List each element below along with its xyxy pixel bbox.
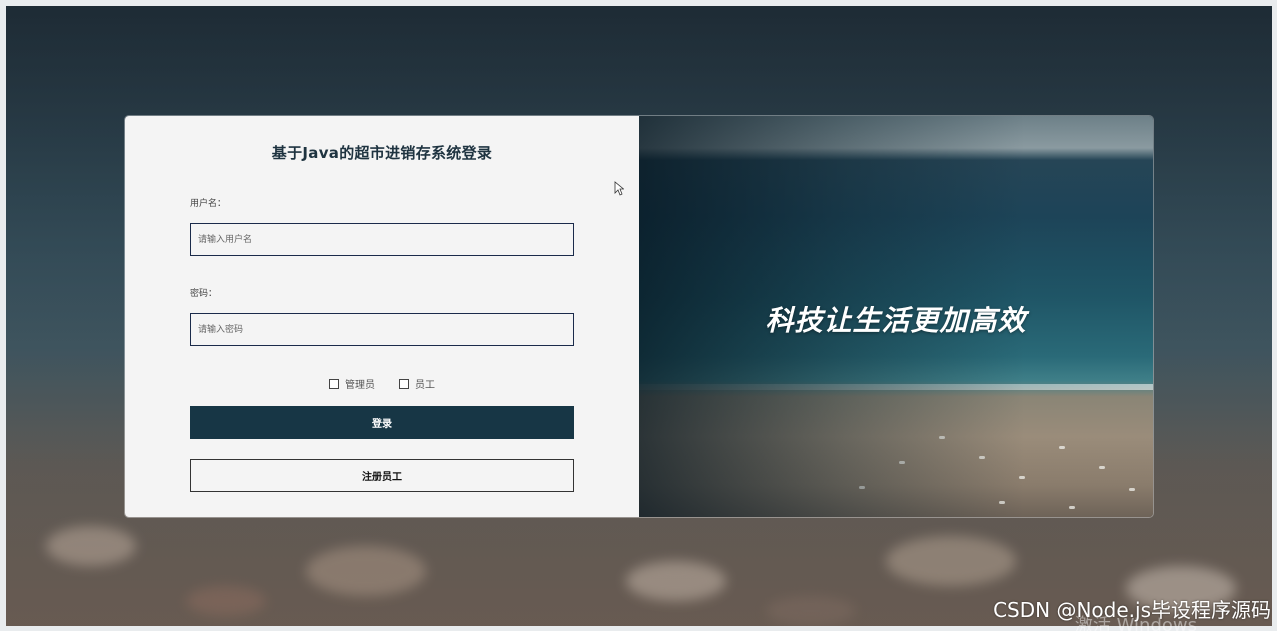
username-label: 用户名： [190,199,227,209]
login-button[interactable]: 登录 [190,406,574,439]
role-option-admin[interactable]: 管理员 [329,376,375,391]
role-selector: 管理员 员工 [125,376,639,391]
background-umbrella-shape [886,536,1016,586]
banner-slogan: 科技让生活更加高效 [765,304,1027,337]
password-label: 密码： [190,289,218,299]
username-input[interactable] [190,223,574,256]
staff-checkbox[interactable] [399,378,409,389]
role-option-staff[interactable]: 员工 [399,376,435,391]
csdn-watermark: CSDN @Node.js毕设程序源码 [993,598,1271,622]
background-umbrella-shape [186,586,266,616]
password-input[interactable] [190,313,574,346]
staff-label: 员工 [415,380,435,391]
background-umbrella-shape [766,596,856,626]
form-title: 基于Java的超市进销存系统登录 [271,144,493,162]
background-umbrella-shape [626,561,726,601]
register-staff-button[interactable]: 注册员工 [190,459,574,492]
mouse-cursor-icon [614,181,624,196]
login-form-panel: 基于Java的超市进销存系统登录 用户名： 密码： 管理员 员工 登录 注册员工 [125,116,639,517]
page: 基于Java的超市进销存系统登录 用户名： 密码： 管理员 员工 登录 注册员工 [0,0,1277,631]
banner-image-panel: 科技让生活更加高效 [639,116,1153,517]
admin-checkbox[interactable] [329,378,339,389]
login-card: 基于Java的超市进销存系统登录 用户名： 密码： 管理员 员工 登录 注册员工 [125,116,1153,517]
background-umbrella-shape [46,526,136,566]
admin-label: 管理员 [345,380,375,391]
background-umbrella-shape [306,546,426,596]
